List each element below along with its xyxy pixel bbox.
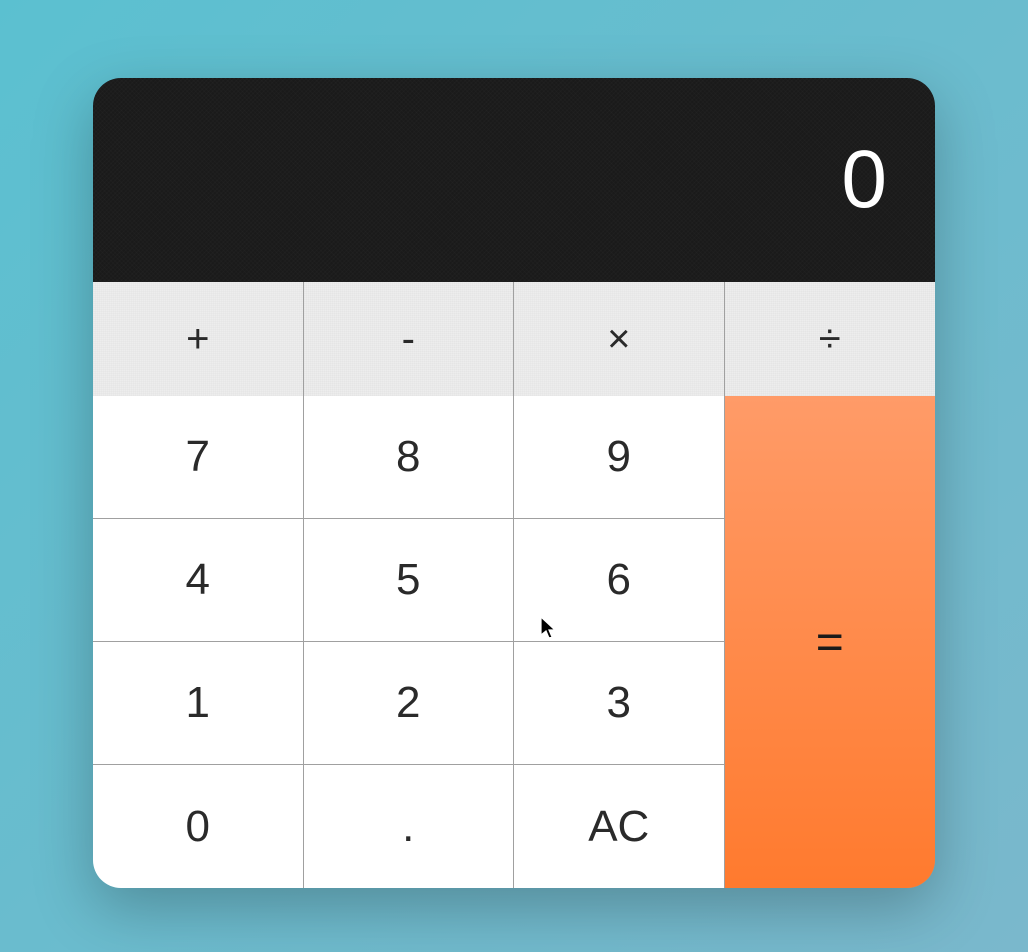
equals-label: = <box>816 615 844 670</box>
digit-3-button[interactable]: 3 <box>514 642 725 765</box>
digit-4-button[interactable]: 4 <box>93 519 304 642</box>
digit-1-button[interactable]: 1 <box>93 642 304 765</box>
add-label: + <box>186 317 209 362</box>
digit-2-button[interactable]: 2 <box>304 642 515 765</box>
decimal-button[interactable]: . <box>304 765 515 888</box>
decimal-label: . <box>402 802 414 852</box>
calculator: 0 + - × ÷ 7 8 9 4 <box>93 78 935 888</box>
display-value: 0 <box>841 133 887 227</box>
digit-0-label: 0 <box>186 802 210 852</box>
digit-6-button[interactable]: 6 <box>514 519 725 642</box>
digit-8-label: 8 <box>396 432 420 482</box>
body-grid: 7 8 9 4 5 6 1 2 3 <box>93 396 935 888</box>
digit-7-label: 7 <box>186 432 210 482</box>
digit-4-label: 4 <box>186 555 210 605</box>
digit-2-label: 2 <box>396 678 420 728</box>
numpad: 7 8 9 4 5 6 1 2 3 <box>93 396 725 888</box>
add-button[interactable]: + <box>93 282 304 396</box>
digit-0-button[interactable]: 0 <box>93 765 304 888</box>
digit-8-button[interactable]: 8 <box>304 396 515 519</box>
digit-7-button[interactable]: 7 <box>93 396 304 519</box>
subtract-button[interactable]: - <box>304 282 515 396</box>
clear-label: AC <box>588 802 649 852</box>
multiply-label: × <box>607 317 630 362</box>
divide-label: ÷ <box>819 317 841 362</box>
digit-9-button[interactable]: 9 <box>514 396 725 519</box>
digit-5-label: 5 <box>396 555 420 605</box>
operator-row: + - × ÷ <box>93 282 935 396</box>
display: 0 <box>93 78 935 282</box>
divide-button[interactable]: ÷ <box>725 282 936 396</box>
equals-button[interactable]: = <box>725 396 936 888</box>
digit-3-label: 3 <box>607 678 631 728</box>
subtract-label: - <box>402 317 415 362</box>
multiply-button[interactable]: × <box>514 282 725 396</box>
digit-9-label: 9 <box>607 432 631 482</box>
digit-5-button[interactable]: 5 <box>304 519 515 642</box>
digit-1-label: 1 <box>186 678 210 728</box>
digit-6-label: 6 <box>607 555 631 605</box>
clear-button[interactable]: AC <box>514 765 725 888</box>
